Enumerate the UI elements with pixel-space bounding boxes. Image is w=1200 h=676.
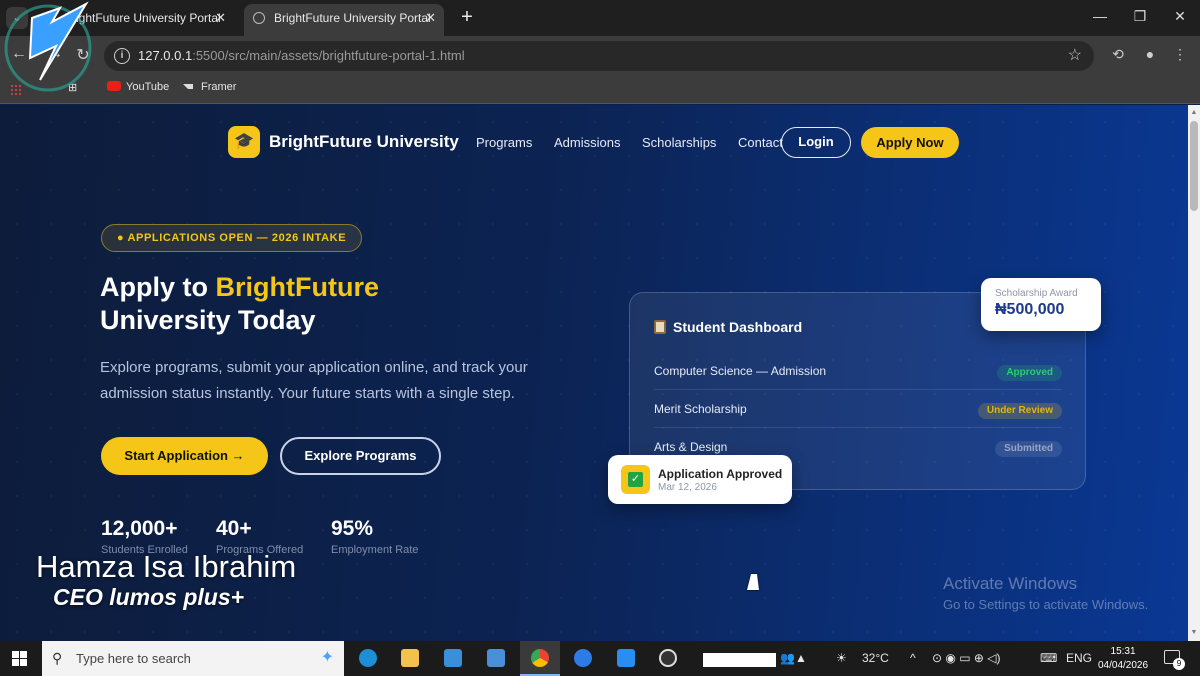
menu-icon[interactable]: ⋮ (1170, 46, 1190, 63)
new-tab-button[interactable]: + (456, 5, 478, 29)
row-label: Merit Scholarship (654, 402, 747, 416)
page-scrollbar[interactable]: ▲ ▼ (1188, 105, 1200, 641)
brand-name[interactable]: BrightFuture University (269, 132, 459, 152)
site-info-icon[interactable]: i (114, 48, 130, 64)
login-button[interactable]: Login (781, 127, 851, 158)
tray-icons[interactable]: ⊙ ◉ ▭ ⊕ ◁) (932, 651, 1000, 665)
scholarship-label: Scholarship Award (995, 288, 1078, 299)
stat-employment-label: Employment Rate (331, 544, 419, 556)
browser-tab-bar: ⌄ BrightFuture University Portal ✕ Brigh… (0, 0, 1200, 36)
intake-badge: ● APPLICATIONS OPEN — 2026 INTAKE (101, 224, 363, 252)
windows-taskbar: ⚲ Type here to search ✦ 👥▲ ☀ 32°C ^ ⊙ ◉ … (0, 641, 1200, 676)
close-tab-icon[interactable]: ✕ (425, 4, 436, 32)
restore-icon[interactable]: ❐ (1130, 8, 1150, 25)
url-text: 127.0.0.1:5500/src/main/assets/brightfut… (138, 48, 465, 63)
weather-icon[interactable]: ☀ (836, 651, 847, 665)
notification-count: 9 (1173, 658, 1185, 670)
apply-now-button[interactable]: Apply Now (861, 127, 959, 158)
windows-start-icon[interactable] (12, 651, 27, 666)
extension-icon[interactable]: ⟲ (1108, 46, 1128, 63)
nav-admissions[interactable]: Admissions (554, 135, 620, 150)
scholarship-award-card: Scholarship Award ₦500,000 (981, 278, 1101, 331)
nav-contact[interactable]: Contact (738, 135, 783, 150)
language-indicator[interactable]: ENG (1066, 651, 1092, 665)
start-application-button[interactable]: Start Application → (101, 437, 268, 475)
tray-blank-field (703, 653, 776, 667)
search-icon: ⚲ (52, 650, 63, 666)
browser-toolbar: ← → ↻ i 127.0.0.1:5500/src/main/assets/b… (0, 36, 1200, 76)
close-tab-icon[interactable]: ✕ (215, 4, 226, 32)
presenter-role: CEO lumos plus+ (53, 584, 245, 610)
row-label: Computer Science — Admission (654, 364, 827, 378)
bookmark-framer[interactable]: Framer (183, 81, 236, 93)
dashboard-row[interactable]: Computer Science — Admission Approved (654, 352, 1062, 390)
approved-title: Application Approved (658, 467, 783, 481)
dashboard-title: Student Dashboard (654, 319, 802, 335)
status-badge: Submitted (995, 441, 1062, 457)
stat-programs-value: 40+ (216, 517, 252, 540)
keyboard-icon[interactable]: ⌨ (1040, 651, 1057, 665)
system-clock[interactable]: 15:31 04/04/2026 (1098, 645, 1148, 673)
status-badge: Under Review (977, 403, 1062, 419)
status-badge: Approved (997, 365, 1062, 381)
show-hidden-icons[interactable]: ^ (910, 651, 916, 665)
presenter-name: Hamza Isa Ibrahim (36, 549, 297, 584)
nav-scholarships[interactable]: Scholarships (642, 135, 716, 150)
browser-tab-2[interactable]: BrightFuture University Portal ✕ (244, 4, 444, 36)
checkmark-icon: ✓ (621, 465, 650, 494)
profile-icon[interactable]: ● (1140, 46, 1160, 62)
mail-icon[interactable] (476, 641, 516, 676)
hero-description: Explore programs, submit your applicatio… (100, 359, 528, 402)
lumos-logo-overlay (4, 1, 92, 92)
search-placeholder: Type here to search (76, 651, 191, 666)
minimize-icon[interactable]: — (1090, 8, 1110, 24)
bookmarks-bar: ⊞ YouTube Framer (0, 76, 1200, 104)
globe-icon (253, 12, 265, 24)
approved-date: Mar 12, 2026 (658, 482, 717, 493)
row-label: Arts & Design (654, 440, 728, 454)
activate-windows-watermark: Activate Windows Go to Settings to activ… (943, 574, 1149, 612)
recorder-icon[interactable] (648, 641, 688, 676)
explore-programs-button[interactable]: Explore Programs (280, 437, 441, 475)
address-bar[interactable]: i 127.0.0.1:5500/src/main/assets/brightf… (104, 41, 1094, 71)
weather-temp[interactable]: 32°C (862, 651, 889, 665)
stat-students-value: 12,000+ (101, 517, 178, 540)
scholarship-amount: ₦500,000 (995, 301, 1065, 318)
edge-icon[interactable] (348, 641, 388, 676)
dashboard-row[interactable]: Merit Scholarship Under Review (654, 390, 1062, 428)
sparkle-icon: ✦ (320, 649, 334, 666)
chrome-icon[interactable] (520, 641, 560, 676)
notification-icon[interactable]: 9 (1164, 650, 1185, 670)
bookmark-star-icon[interactable]: ☆ (1068, 45, 1082, 65)
window-close-icon[interactable]: ✕ (1170, 8, 1190, 25)
application-approved-card: ✓ Application Approved Mar 12, 2026 (608, 455, 792, 504)
scroll-up-icon[interactable]: ▲ (1188, 109, 1200, 116)
graduation-cap-icon[interactable]: 🎓 (228, 126, 260, 158)
scroll-down-icon[interactable]: ▼ (1188, 629, 1200, 636)
stat-employment-value: 95% (331, 517, 374, 540)
taskbar-search-box[interactable]: ⚲ Type here to search ✦ (42, 641, 344, 676)
scrollbar-thumb[interactable] (1190, 121, 1198, 211)
tab-title: BrightFuture University Portal (274, 11, 431, 25)
app-icon[interactable] (563, 641, 603, 676)
bookmark-youtube[interactable]: YouTube (107, 81, 169, 93)
vscode-icon[interactable] (606, 641, 646, 676)
clipboard-icon (654, 320, 666, 334)
file-explorer-icon[interactable] (390, 641, 430, 676)
hero-title: Apply to BrightFuture University Today (100, 272, 379, 335)
store-icon[interactable] (433, 641, 473, 676)
framer-icon (183, 84, 193, 89)
people-icon[interactable]: 👥▲ (780, 651, 807, 665)
nav-programs[interactable]: Programs (476, 135, 532, 150)
